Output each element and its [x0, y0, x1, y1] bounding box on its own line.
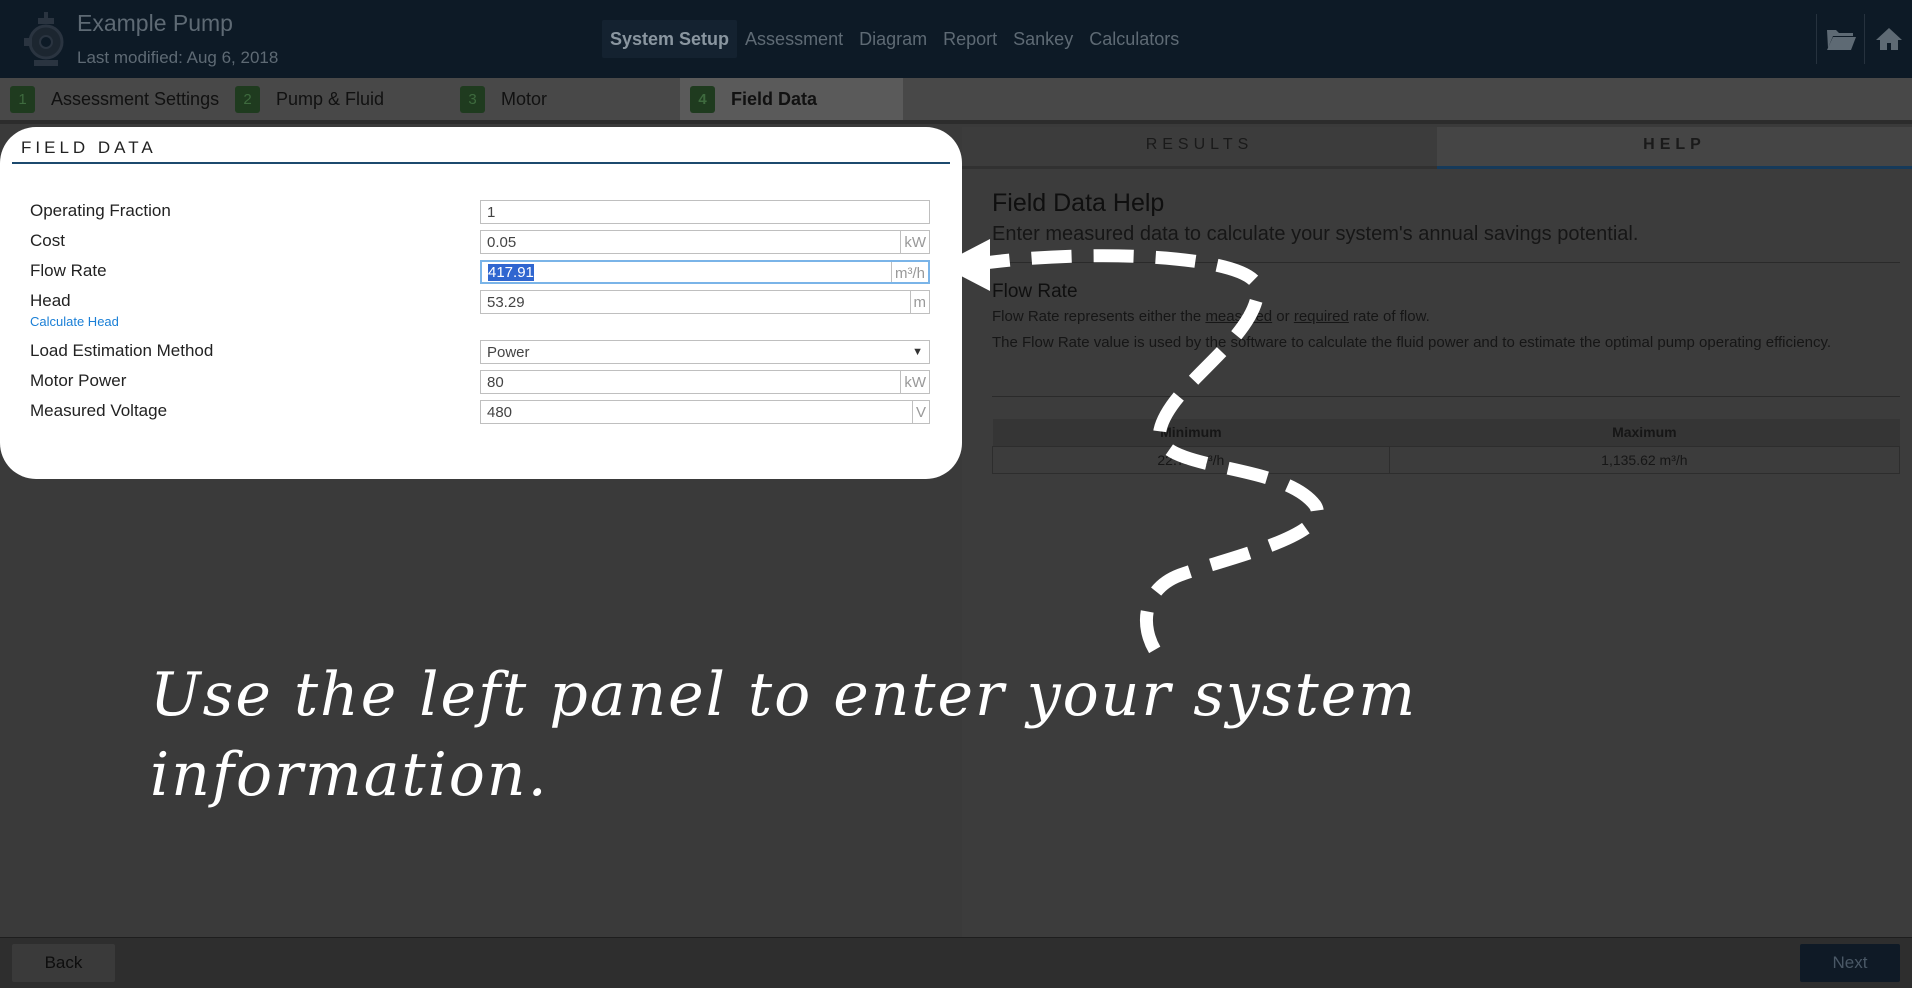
field-data-panel: FIELD DATA Operating Fraction 1 Cost 0.0… [0, 127, 962, 479]
motor-power-row: Motor Power 80 kW [30, 370, 930, 394]
help-text: rate of flow. [1348, 308, 1430, 325]
calculate-head-link[interactable]: Calculate Head [30, 314, 119, 329]
selected-option: Power [487, 344, 530, 361]
step-tabs: 1 Assessment Settings 2 Pump & Fluid 3 M… [0, 78, 1912, 124]
tour-caption: Use the left panel to enter your system … [150, 660, 1418, 810]
flow-rate-row: Flow Rate 417.91 m³/h [30, 260, 930, 284]
cost-row: Cost 0.05 kW [30, 230, 930, 254]
column-header: Maximum [1389, 419, 1900, 446]
unit-label: kW [900, 371, 929, 393]
open-folder-button[interactable] [1816, 14, 1864, 64]
nav-calculators[interactable]: Calculators [1081, 20, 1187, 58]
home-button[interactable] [1864, 14, 1912, 64]
next-button[interactable]: Next [1800, 944, 1900, 982]
tour-arrow-icon [940, 239, 1324, 659]
measured-voltage-row: Measured Voltage 480 V [30, 400, 930, 424]
nav-diagram[interactable]: Diagram [851, 20, 935, 58]
field-label: Measured Voltage [30, 401, 168, 420]
caret-down-icon: ▼ [912, 346, 923, 358]
field-value: 480 [487, 404, 513, 421]
main-nav: System Setup Assessment Diagram Report S… [602, 20, 1187, 58]
field-value: 417.91 [482, 262, 891, 282]
pump-icon [24, 12, 64, 66]
unit-label: V [911, 401, 929, 423]
step-label: Pump & Fluid [276, 88, 385, 109]
flow-rate-input[interactable]: 417.91 m³/h [480, 260, 930, 284]
step-label: Motor [501, 88, 548, 109]
head-input[interactable]: 53.29 m [480, 290, 930, 314]
footer-bar: Back Next [0, 937, 1912, 988]
field-label: Motor Power [30, 371, 127, 390]
panel-title: FIELD DATA [21, 138, 157, 157]
field-value: 0.05 [487, 234, 517, 251]
unit-label: kW [900, 231, 929, 253]
table-cell: 1,135.62 m³/h [1388, 445, 1901, 474]
step-tab-pump-fluid[interactable]: 2 Pump & Fluid [235, 78, 460, 120]
home-icon [1875, 28, 1902, 50]
last-modified-text: Last modified: Aug 6, 2018 [77, 48, 279, 67]
field-label: Operating Fraction [30, 201, 171, 220]
motor-power-input[interactable]: 80 kW [480, 370, 930, 394]
step-label: Assessment Settings [51, 88, 220, 109]
folder-open-icon [1826, 30, 1856, 50]
step-number: 1 [10, 85, 35, 113]
unit-label: m [909, 291, 930, 313]
operating-fraction-row: Operating Fraction 1 [30, 200, 930, 224]
tab-results[interactable]: RESULTS [962, 127, 1437, 169]
step-label: Field Data [731, 88, 818, 109]
measured-voltage-input[interactable]: 480 V [480, 400, 930, 424]
field-label: Head [30, 291, 71, 310]
nav-sankey[interactable]: Sankey [1005, 20, 1081, 58]
app-header: Example Pump Last modified: Aug 6, 2018 … [0, 0, 1912, 78]
step-number: 2 [235, 85, 260, 113]
head-row: Head 53.29 m [30, 290, 930, 314]
back-button[interactable]: Back [12, 944, 115, 982]
step-tab-assessment-settings[interactable]: 1 Assessment Settings [10, 78, 235, 120]
field-label: Cost [30, 231, 65, 250]
load-estimation-select[interactable]: Power ▼ [480, 340, 930, 364]
field-label: Flow Rate [30, 261, 107, 280]
field-value: 53.29 [487, 294, 525, 311]
field-value: 1 [487, 204, 496, 221]
step-number: 3 [460, 85, 485, 113]
field-value: 80 [487, 374, 504, 391]
selected-text: 417.91 [488, 264, 534, 281]
operating-fraction-input[interactable]: 1 [480, 200, 930, 224]
header-tools [1816, 14, 1912, 64]
nav-report[interactable]: Report [935, 20, 1005, 58]
app-title: Example Pump [77, 10, 233, 36]
nav-system-setup[interactable]: System Setup [602, 20, 738, 58]
step-tab-field-data[interactable]: 4 Field Data [680, 78, 903, 120]
load-estimation-row: Load Estimation Method Power ▼ [30, 340, 930, 364]
tab-help[interactable]: HELP [1437, 127, 1912, 169]
unit-label: m³/h [891, 262, 928, 282]
step-number: 4 [690, 85, 715, 113]
field-label: Load Estimation Method [30, 341, 214, 360]
results-help-tabs: RESULTS HELP [962, 127, 1912, 169]
divider [12, 162, 950, 164]
step-tab-motor[interactable]: 3 Motor [460, 78, 680, 120]
cost-input[interactable]: 0.05 kW [480, 230, 930, 254]
nav-assessment[interactable]: Assessment [737, 20, 851, 58]
help-title: Field Data Help [992, 189, 1165, 217]
